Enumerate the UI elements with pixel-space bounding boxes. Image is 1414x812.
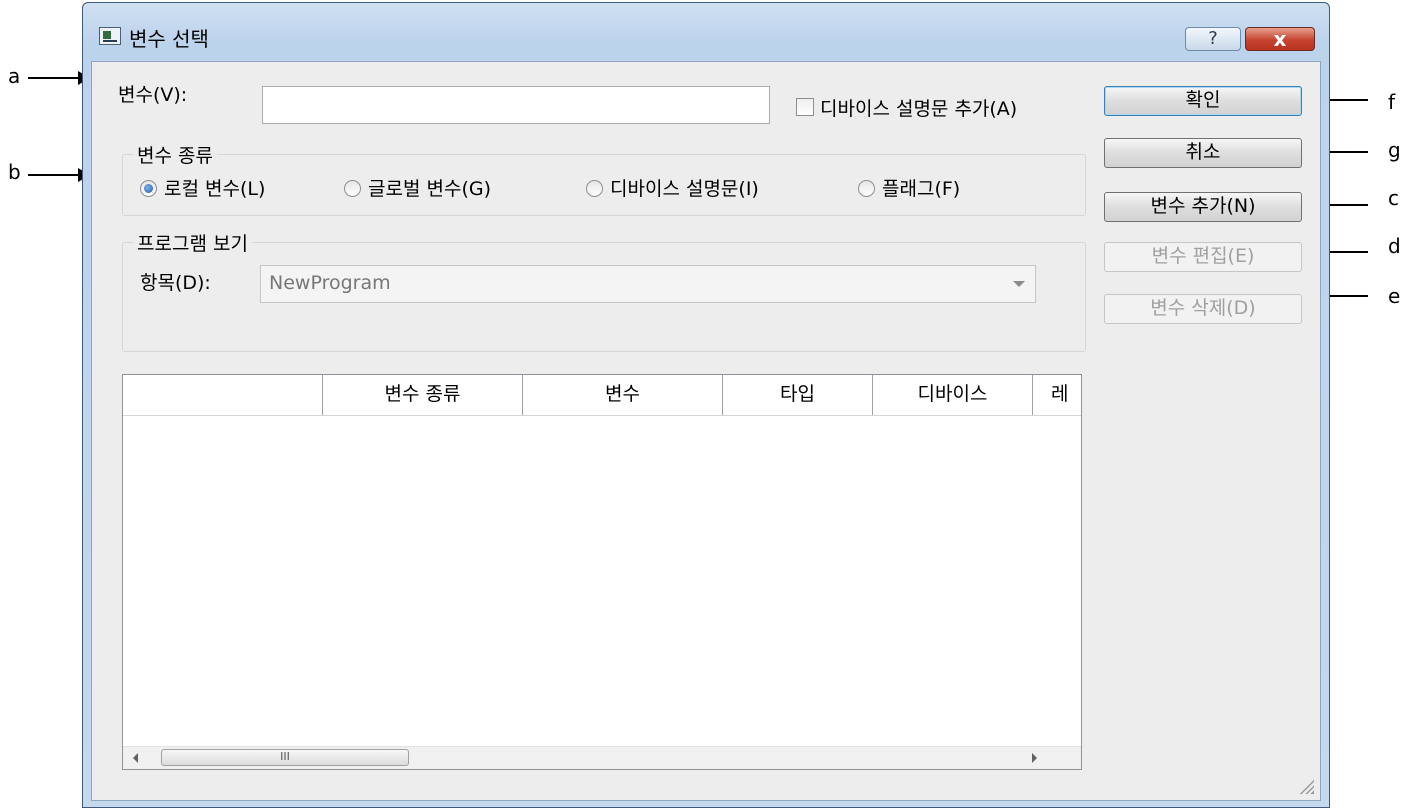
callout-e: e bbox=[1388, 284, 1401, 308]
callout-a-arrow bbox=[28, 71, 90, 85]
radio-flag[interactable] bbox=[858, 180, 875, 197]
radio-global-variable-label[interactable]: 글로벌 변수(G) bbox=[368, 174, 491, 201]
resize-grip-icon[interactable] bbox=[1298, 778, 1314, 794]
callout-a: a bbox=[8, 64, 21, 88]
app-icon bbox=[99, 27, 121, 45]
scroll-right-icon[interactable] bbox=[1032, 753, 1037, 763]
cancel-button[interactable]: 취소 bbox=[1104, 138, 1302, 168]
item-dropdown-value: NewProgram bbox=[269, 272, 391, 294]
radio-global-variable[interactable] bbox=[344, 180, 361, 197]
window-title: 변수 선택 bbox=[129, 27, 209, 51]
close-button[interactable]: x bbox=[1245, 27, 1315, 51]
radio-device-comment-label[interactable]: 디바이스 설명문(I) bbox=[610, 174, 759, 201]
add-variable-button[interactable]: 변수 추가(N) bbox=[1104, 192, 1302, 222]
item-label: 항목(D): bbox=[140, 272, 211, 294]
close-icon: x bbox=[1273, 27, 1287, 51]
callout-f: f bbox=[1388, 90, 1396, 114]
variable-label: 변수(V): bbox=[118, 84, 188, 106]
dialog-client-area: 변수(V): 디바이스 설명문 추가(A) 변수 종류 로컬 변수(L) 글로벌… bbox=[91, 61, 1321, 801]
column-header-device[interactable]: 디바이스 bbox=[873, 375, 1033, 415]
column-header-variable[interactable]: 변수 bbox=[523, 375, 723, 415]
delete-variable-button[interactable]: 변수 삭제(D) bbox=[1104, 294, 1302, 324]
scrollbar-thumb[interactable]: III bbox=[161, 749, 409, 766]
horizontal-scrollbar[interactable]: III bbox=[123, 746, 1081, 769]
scroll-left-icon[interactable] bbox=[133, 753, 138, 763]
callout-g: g bbox=[1388, 138, 1401, 162]
list-header: 변수 종류 변수 타입 디바이스 레 bbox=[123, 375, 1081, 416]
program-view-title: 프로그램 보기 bbox=[133, 229, 252, 256]
dialog-window: 변수 선택 ? x 변수(V): 디바이스 설명문 추가(A) 변수 종류 로컬… bbox=[82, 2, 1330, 808]
item-dropdown[interactable]: NewProgram bbox=[260, 265, 1036, 303]
radio-flag-label[interactable]: 플래그(F) bbox=[882, 174, 960, 201]
edit-variable-button[interactable]: 변수 편집(E) bbox=[1104, 242, 1302, 272]
column-header-label[interactable]: 레 bbox=[1033, 375, 1081, 415]
chevron-down-icon bbox=[1013, 281, 1025, 287]
help-button[interactable]: ? bbox=[1185, 27, 1241, 51]
callout-c: c bbox=[1388, 186, 1399, 210]
variable-list[interactable]: 변수 종류 변수 타입 디바이스 레 III bbox=[122, 374, 1082, 770]
device-comment-checkbox[interactable] bbox=[796, 98, 814, 116]
title-bar[interactable]: 변수 선택 ? x bbox=[83, 3, 1329, 53]
radio-local-variable[interactable] bbox=[140, 180, 157, 197]
column-header-type[interactable]: 타입 bbox=[723, 375, 873, 415]
callout-d: d bbox=[1388, 234, 1401, 258]
column-header-blank[interactable] bbox=[123, 375, 323, 415]
ok-button[interactable]: 확인 bbox=[1104, 86, 1302, 116]
help-icon: ? bbox=[1208, 28, 1218, 49]
radio-local-variable-label[interactable]: 로컬 변수(L) bbox=[164, 174, 265, 201]
column-header-variable-kind[interactable]: 변수 종류 bbox=[323, 375, 523, 415]
callout-b: b bbox=[8, 160, 21, 184]
radio-device-comment[interactable] bbox=[586, 180, 603, 197]
device-comment-checkbox-label[interactable]: 디바이스 설명문 추가(A) bbox=[820, 94, 1017, 121]
variable-kind-title: 변수 종류 bbox=[133, 141, 217, 168]
variable-input[interactable] bbox=[262, 86, 770, 124]
callout-b-arrow bbox=[28, 168, 90, 182]
